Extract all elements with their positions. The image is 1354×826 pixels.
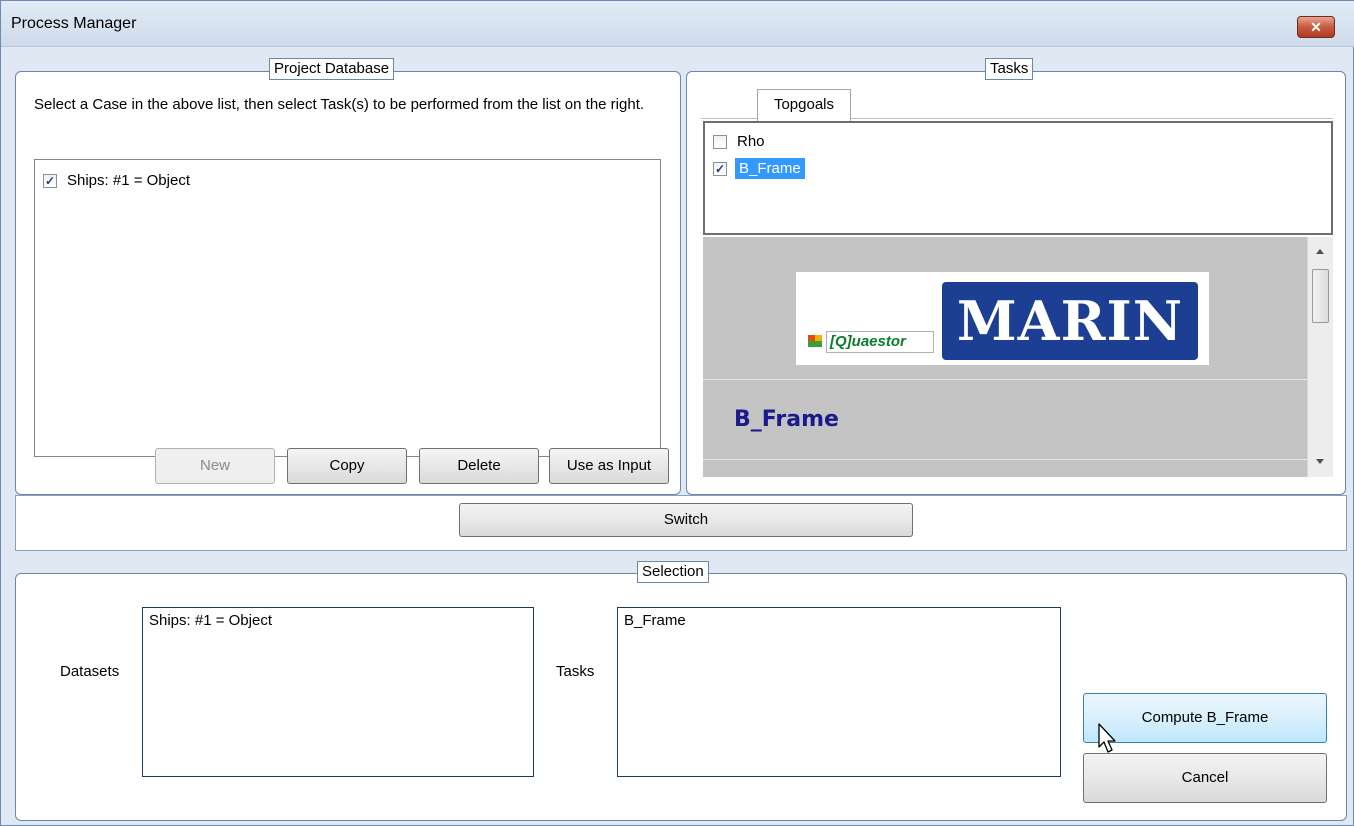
marin-logo: MARIN	[942, 282, 1198, 360]
logo-banner: [Q]uaestor MARIN	[796, 272, 1209, 365]
datasets-box[interactable]: Ships: #1 = Object	[142, 607, 534, 777]
checkbox-unchecked[interactable]	[713, 135, 727, 149]
scroll-down-arrow-icon[interactable]	[1316, 459, 1324, 464]
task-preview-panel[interactable]: [Q]uaestor MARIN B_Frame	[703, 237, 1333, 477]
tab-topgoals[interactable]: Topgoals	[757, 89, 851, 121]
task-label: Rho	[737, 133, 765, 150]
task-label-selected: B_Frame	[735, 158, 805, 179]
use-as-input-button[interactable]: Use as Input	[549, 448, 669, 484]
selection-legend: Selection	[637, 561, 709, 583]
divider	[703, 379, 1307, 380]
project-database-legend: Project Database	[269, 58, 395, 80]
cases-list[interactable]: ✓ Ships: #1 = Object	[34, 159, 661, 457]
datasets-label: Datasets	[60, 663, 120, 680]
process-manager-window: Process Manager ✕ Project Database Selec…	[0, 0, 1354, 826]
switch-button[interactable]: Switch	[459, 503, 913, 537]
divider	[703, 459, 1307, 460]
cancel-button[interactable]: Cancel	[1083, 753, 1327, 803]
preview-scrollbar[interactable]	[1307, 237, 1333, 477]
checkbox-checked[interactable]: ✓	[713, 162, 727, 176]
quaestor-logo: [Q]uaestor	[826, 331, 934, 353]
close-button[interactable]: ✕	[1297, 16, 1335, 38]
delete-button[interactable]: Delete	[419, 448, 539, 484]
instruction-text: Select a Case in the above list, then se…	[34, 96, 645, 113]
close-icon: ✕	[1310, 19, 1322, 35]
checkbox-checked[interactable]: ✓	[43, 174, 57, 188]
scroll-up-arrow-icon[interactable]	[1316, 249, 1324, 254]
title-bar[interactable]: Process Manager ✕	[1, 1, 1354, 47]
quaestor-logo-icon	[808, 335, 822, 347]
copy-button[interactable]: Copy	[287, 448, 407, 484]
scroll-thumb[interactable]	[1312, 269, 1329, 323]
window-title: Process Manager	[11, 15, 137, 32]
preview-heading: B_Frame	[734, 407, 839, 432]
topgoals-list[interactable]: Rho ✓ B_Frame	[703, 121, 1333, 235]
case-label: Ships: #1 = Object	[67, 172, 190, 189]
new-button[interactable]: New	[155, 448, 275, 484]
tasks-legend: Tasks	[985, 58, 1034, 80]
mouse-cursor-icon	[1098, 723, 1116, 753]
tasks-label: Tasks	[556, 663, 595, 680]
tasks-box[interactable]: B_Frame	[617, 607, 1061, 777]
